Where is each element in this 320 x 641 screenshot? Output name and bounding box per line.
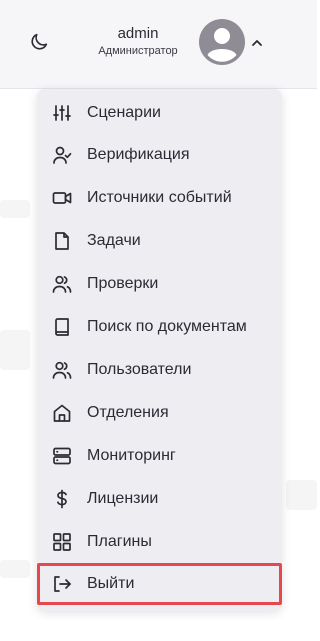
menu-item-checks[interactable]: Проверки xyxy=(37,263,282,305)
avatar[interactable] xyxy=(199,19,245,65)
menu-item-event-sources[interactable]: Источники событий xyxy=(37,177,282,219)
menu-item-label: Поиск по документам xyxy=(87,318,247,335)
background-content xyxy=(0,560,30,578)
users-icon xyxy=(52,361,72,379)
users-icon xyxy=(52,275,72,293)
menu-item-users[interactable]: Пользователи xyxy=(37,349,282,391)
menu-item-departments[interactable]: Отделения xyxy=(37,392,282,434)
user-avatar-icon xyxy=(199,19,245,65)
menu-item-plugins[interactable]: Плагины xyxy=(37,521,282,563)
chevron-up-icon xyxy=(252,40,262,46)
dollar-icon xyxy=(57,489,67,509)
home-icon xyxy=(53,404,71,422)
menu-item-label: Верификация xyxy=(87,146,190,163)
menu-item-label: Лицензии xyxy=(87,490,159,507)
sliders-icon xyxy=(53,105,71,121)
book-icon xyxy=(55,318,69,336)
menu-item-monitoring[interactable]: Мониторинг xyxy=(37,435,282,477)
menu-item-label: Пользователи xyxy=(87,361,192,378)
background-content xyxy=(286,480,317,510)
menu-item-licenses[interactable]: Лицензии xyxy=(37,478,282,520)
user-role: Администратор xyxy=(98,45,178,57)
grid-icon xyxy=(53,533,71,551)
menu-item-label: Проверки xyxy=(87,275,159,292)
theme-toggle-button[interactable] xyxy=(28,31,50,53)
menu-item-label: Отделения xyxy=(87,404,169,421)
menu-item-logout[interactable]: Выйти xyxy=(37,563,282,605)
user-dropdown-menu: Сценарии Верификация Источники событий З… xyxy=(37,89,282,611)
background-content xyxy=(0,200,30,218)
menu-item-label: Сценарии xyxy=(87,104,161,121)
menu-item-verification[interactable]: Верификация xyxy=(37,134,282,176)
user-info[interactable]: admin Администратор xyxy=(84,25,192,59)
user-name: admin xyxy=(117,25,159,42)
menu-item-label: Плагины xyxy=(87,533,152,550)
menu-item-label: Источники событий xyxy=(87,189,232,206)
file-icon xyxy=(55,232,69,250)
background-content xyxy=(0,330,30,370)
video-camera-icon xyxy=(52,192,72,204)
menu-item-tasks[interactable]: Задачи xyxy=(37,220,282,262)
user-menu-toggle[interactable] xyxy=(250,36,264,50)
menu-item-label: Задачи xyxy=(87,232,141,249)
top-header: admin Администратор xyxy=(0,0,317,89)
menu-item-document-search[interactable]: Поиск по документам xyxy=(37,306,282,348)
user-check-icon xyxy=(53,146,72,164)
logout-icon xyxy=(54,576,71,592)
server-icon xyxy=(53,447,71,465)
moon-icon xyxy=(31,33,48,50)
menu-item-label: Мониторинг xyxy=(87,447,176,464)
menu-item-scenarios[interactable]: Сценарии xyxy=(37,92,282,134)
menu-item-label: Выйти xyxy=(87,575,135,592)
